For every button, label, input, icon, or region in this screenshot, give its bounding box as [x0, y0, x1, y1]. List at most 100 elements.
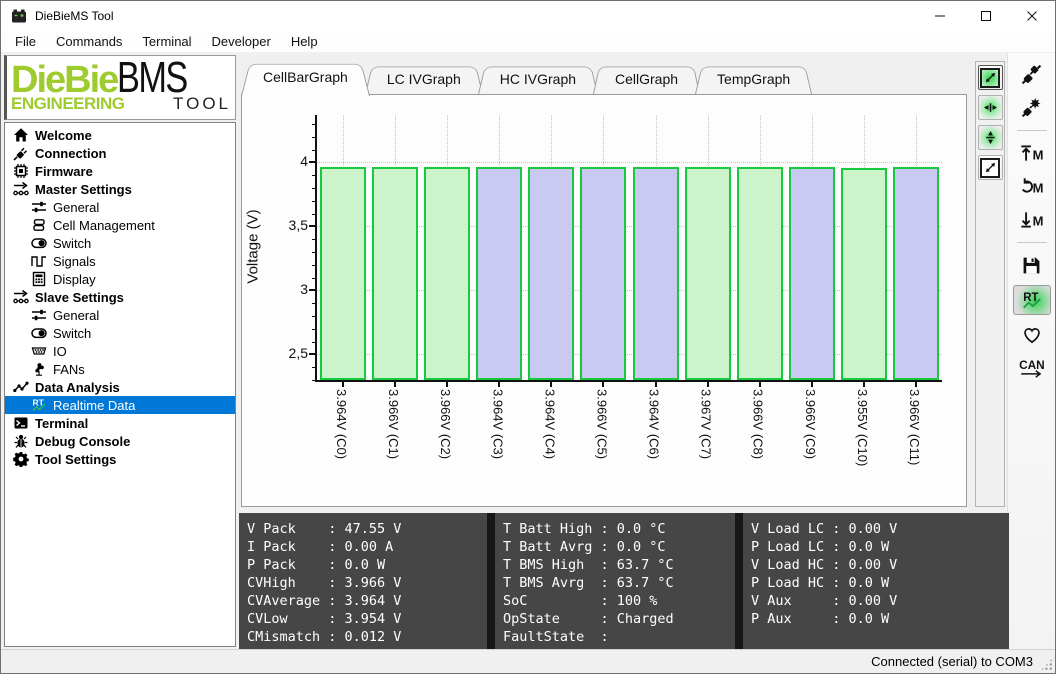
memory-upload-icon: M	[1019, 144, 1045, 163]
sidebar-item-terminal[interactable]: Terminal	[5, 414, 235, 432]
maximize-button[interactable]	[963, 1, 1009, 31]
x-label-C7: 3.967V (C7)	[699, 389, 714, 459]
sidebar-item-label: Master Settings	[35, 182, 132, 197]
y-minor-tick	[312, 265, 315, 266]
sidebar-item-display[interactable]: Display	[5, 270, 235, 288]
y-minor-tick	[312, 367, 315, 368]
memory-upload-button[interactable]: M	[1013, 140, 1051, 167]
plot-scale-controls	[975, 61, 1005, 507]
value-row-cvaverage: CVAverage : 3.964 V	[247, 592, 487, 610]
plug-disconnect-icon	[1021, 97, 1042, 118]
bar-C3	[476, 167, 522, 380]
bar-C2	[424, 167, 470, 380]
scale-diagonal-arrow-button[interactable]	[978, 155, 1003, 180]
y-minor-tick	[312, 303, 315, 304]
sidebar-item-firmware[interactable]: Firmware	[5, 162, 235, 180]
tab-cellbargraph[interactable]: CellBarGraph	[241, 59, 370, 94]
scale-diagonal-arrow-button[interactable]	[978, 65, 1003, 90]
sidebar-item-label: Slave Settings	[35, 290, 124, 305]
sidebar-item-realtime-data[interactable]: RTRealtime Data	[5, 396, 235, 414]
value-row-t-bms-high: T BMS High : 63.7 °C	[503, 556, 735, 574]
y-minor-tick	[312, 316, 315, 317]
y-tick	[309, 225, 315, 227]
sidebar-item-master-settings[interactable]: Master Settings	[5, 180, 235, 198]
sidebar-item-switch[interactable]: Switch	[5, 324, 235, 342]
connector-icon	[31, 343, 47, 359]
y-tick	[309, 353, 315, 355]
sidebar-item-switch[interactable]: Switch	[5, 234, 235, 252]
sidebar-item-label: Switch	[53, 326, 91, 341]
logo-brand-black: BMS	[117, 58, 187, 98]
tab-lc-ivgraph[interactable]: LC IVGraph	[365, 63, 483, 94]
value-row-t-bms-avrg: T BMS Avrg : 63.7 °C	[503, 574, 735, 592]
scatter-icon	[13, 379, 29, 395]
x-label-C6: 3.964V (C6)	[647, 389, 662, 459]
value-row-t-batt-avrg: T Batt Avrg : 0.0 °C	[503, 538, 735, 556]
menu-item-file[interactable]: File	[5, 32, 46, 51]
menu-item-help[interactable]: Help	[281, 32, 328, 51]
sidebar-item-label: Firmware	[35, 164, 93, 179]
memory-reload-button[interactable]: M	[1013, 173, 1051, 200]
toggle-icon	[31, 235, 47, 251]
sidebar-item-data-analysis[interactable]: Data Analysis	[5, 378, 235, 396]
sidebar-item-slave-settings[interactable]: Slave Settings	[5, 288, 235, 306]
menu-item-commands[interactable]: Commands	[46, 32, 132, 51]
realtime-button[interactable]: RT	[1013, 285, 1051, 315]
sidebar-item-general[interactable]: General	[5, 306, 235, 324]
resize-grip[interactable]	[1040, 658, 1053, 671]
menu-item-terminal[interactable]: Terminal	[132, 32, 201, 51]
panel-divider	[735, 513, 743, 649]
value-row-opstate: OpState : Charged	[503, 610, 735, 628]
sidebar-item-connection[interactable]: Connection	[5, 144, 235, 162]
sidebar-item-welcome[interactable]: Welcome	[5, 126, 235, 144]
sliders-icon	[31, 307, 47, 323]
sidebar-item-debug-console[interactable]: Debug Console	[5, 432, 235, 450]
bar-C0	[320, 167, 366, 380]
sidebar-item-label: Terminal	[35, 416, 88, 431]
app-logo: DieBieBMS ENGINEERINGTOOL	[4, 55, 236, 120]
sidebar-item-general[interactable]: General	[5, 198, 235, 216]
sidebar-item-fans[interactable]: FANs	[5, 360, 235, 378]
sidebar-item-label: Realtime Data	[53, 398, 135, 413]
scale-vertical-arrows-button[interactable]	[978, 125, 1003, 150]
bar-C1	[372, 167, 418, 380]
sliders-icon	[31, 199, 47, 215]
sidebar-item-io[interactable]: IO	[5, 342, 235, 360]
can-bus-button[interactable]: CAN	[1013, 354, 1051, 381]
save-button[interactable]	[1013, 252, 1051, 279]
y-minor-tick	[312, 252, 315, 253]
window-title: DieBieMS Tool	[35, 9, 113, 23]
sidebar-item-cell-management[interactable]: Cell Management	[5, 216, 235, 234]
minimize-button[interactable]	[917, 1, 963, 31]
sidebar-item-tool-settings[interactable]: Tool Settings	[5, 450, 235, 468]
plug-disconnect-button[interactable]	[1013, 94, 1051, 121]
x-label-C1: 3.966V (C1)	[386, 389, 401, 459]
scale-horizontal-arrows-icon	[983, 100, 998, 115]
x-tick	[550, 382, 552, 387]
sidebar-item-label: Connection	[35, 146, 107, 161]
x-label-C8: 3.966V (C8)	[751, 389, 766, 459]
heart-button[interactable]	[1013, 321, 1051, 348]
y-axis-label: Voltage (V)	[245, 172, 262, 322]
memory-download-button[interactable]: M	[1013, 206, 1051, 233]
menu-item-developer[interactable]: Developer	[202, 32, 281, 51]
x-label-C9: 3.966V (C9)	[803, 389, 818, 459]
y-minor-tick	[312, 188, 315, 189]
value-row-soc: SoC : 100 %	[503, 592, 735, 610]
realtime-icon: RT	[1021, 289, 1043, 311]
bar-C6	[633, 167, 679, 380]
scale-horizontal-arrows-button[interactable]	[978, 95, 1003, 120]
x-tick	[602, 382, 604, 387]
x-tick	[707, 382, 709, 387]
x-tick	[915, 382, 917, 387]
value-row-cmismatch: CMismatch : 0.012 V	[247, 628, 487, 646]
tab-cellgraph[interactable]: CellGraph	[593, 63, 700, 94]
plug-connect-button[interactable]	[1013, 61, 1051, 88]
close-button[interactable]	[1009, 1, 1055, 31]
sidebar-item-signals[interactable]: Signals	[5, 252, 235, 270]
value-row-p-aux: P Aux : 0.0 W	[751, 610, 1009, 628]
tab-tempgraph[interactable]: TempGraph	[695, 63, 812, 94]
calculator-icon	[31, 271, 47, 287]
tab-hc-ivgraph[interactable]: HC IVGraph	[478, 63, 598, 94]
connection-status-text: Connected (serial) to COM3	[871, 654, 1033, 669]
